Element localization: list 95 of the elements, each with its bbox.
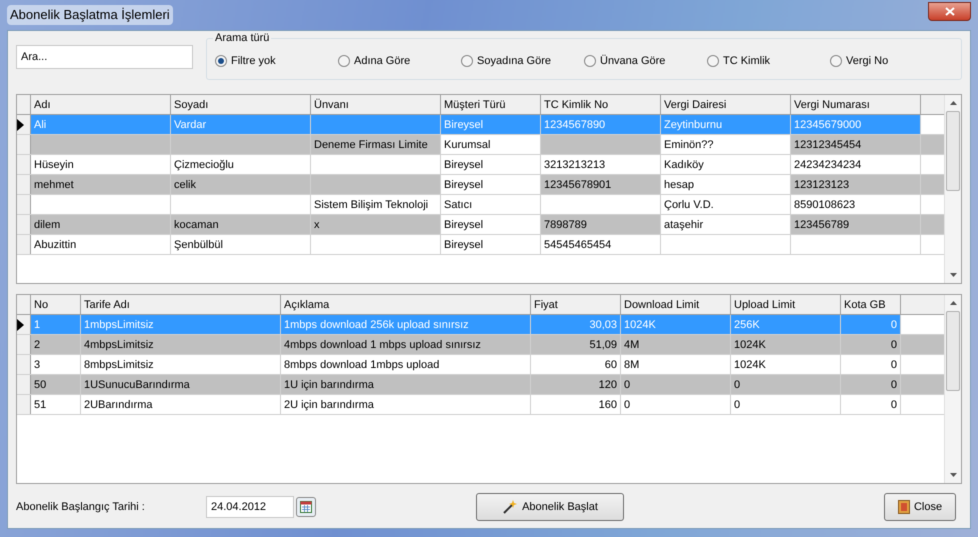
scroll-down-icon[interactable] bbox=[950, 273, 956, 277]
table-cell: 0 bbox=[731, 395, 841, 414]
radio-button[interactable] bbox=[830, 55, 842, 67]
table-cell: Kurumsal bbox=[441, 135, 541, 154]
table-cell: 50 bbox=[31, 375, 81, 394]
radio-button[interactable] bbox=[461, 55, 473, 67]
column-header[interactable]: TC Kimlik No bbox=[541, 95, 661, 114]
table-cell: 12345679000 bbox=[791, 115, 921, 134]
table-cell: hesap bbox=[661, 175, 791, 194]
scroll-down-icon[interactable] bbox=[950, 473, 956, 477]
start-subscription-button[interactable]: Abonelik Başlat bbox=[476, 493, 624, 521]
table-cell: 0 bbox=[621, 395, 731, 414]
table-cell: 3 bbox=[31, 355, 81, 374]
table-row[interactable]: 51 2UBarındırma 2U için barındırma 160 0 0 0 bbox=[17, 395, 944, 415]
radio-option[interactable]: Vergi No bbox=[830, 52, 953, 70]
table-cell: ataşehir bbox=[661, 215, 791, 234]
calendar-icon bbox=[300, 501, 312, 513]
table-cell: 54545465454 bbox=[541, 235, 661, 254]
search-field[interactable]: Ara... bbox=[16, 45, 193, 69]
table-cell: Bireysel bbox=[441, 215, 541, 234]
table-cell: 1234567890 bbox=[541, 115, 661, 134]
column-header[interactable]: Müşteri Türü bbox=[441, 95, 541, 114]
column-header[interactable]: No bbox=[31, 295, 81, 314]
table-cell: Ali bbox=[31, 115, 171, 134]
window-title: Abonelik Başlatma İşlemleri bbox=[7, 5, 173, 25]
scroll-up-icon[interactable] bbox=[950, 301, 956, 305]
table-cell: Bireysel bbox=[441, 175, 541, 194]
table-cell: 4mbps download 1 mbps upload sınırsız bbox=[281, 335, 531, 354]
row-pointer-icon bbox=[17, 318, 24, 330]
scrollbar-thumb[interactable] bbox=[946, 111, 960, 191]
table-cell: Vardar bbox=[171, 115, 311, 134]
table-cell: 3213213213 bbox=[541, 155, 661, 174]
column-header[interactable]: Upload Limit bbox=[731, 295, 841, 314]
table-cell: 256K bbox=[731, 315, 841, 334]
table-row[interactable]: Deneme Firması Limite Kurumsal Eminön?? 12312345454 bbox=[17, 135, 944, 155]
table-row[interactable]: dilem kocaman x Bireysel 7898789 ataşehir 123456789 bbox=[17, 215, 944, 235]
table-cell: dilem bbox=[31, 215, 171, 234]
table-cell: x bbox=[311, 215, 441, 234]
start-date-label: Abonelik Başlangıç Tarihi : bbox=[16, 500, 146, 515]
column-header[interactable]: Ünvanı bbox=[311, 95, 441, 114]
table-cell: Abuzittin bbox=[31, 235, 171, 254]
radio-option[interactable]: TC Kimlik bbox=[707, 52, 830, 70]
column-header[interactable]: Tarife Adı bbox=[81, 295, 281, 314]
column-header[interactable]: Vergi Numarası bbox=[791, 95, 921, 114]
vertical-scrollbar[interactable] bbox=[944, 295, 961, 483]
table-row[interactable]: Hüseyin Çizmecioğlu Bireysel 3213213213 Kadıköy 24234234234 bbox=[17, 155, 944, 175]
table-cell: celik bbox=[171, 175, 311, 194]
table-cell: 1024K bbox=[621, 315, 731, 334]
table-cell: 1 bbox=[31, 315, 81, 334]
table-cell: Zeytinburnu bbox=[661, 115, 791, 134]
row-header[interactable] bbox=[17, 115, 31, 134]
table-cell: 30,03 bbox=[531, 315, 621, 334]
radio-button[interactable] bbox=[584, 55, 596, 67]
scrollbar-thumb[interactable] bbox=[946, 311, 960, 391]
table-cell: 0 bbox=[621, 375, 731, 394]
table-cell: Eminön?? bbox=[661, 135, 791, 154]
scroll-up-icon[interactable] bbox=[950, 101, 956, 105]
close-icon bbox=[944, 6, 954, 16]
radio-option[interactable]: Filtre yok bbox=[215, 52, 338, 70]
close-button[interactable]: Close bbox=[884, 493, 956, 521]
row-header[interactable] bbox=[17, 315, 31, 334]
table-cell: 0 bbox=[841, 315, 901, 334]
column-header[interactable]: Fiyat bbox=[531, 295, 621, 314]
column-header[interactable]: Vergi Dairesi bbox=[661, 95, 791, 114]
column-header[interactable]: Download Limit bbox=[621, 295, 731, 314]
table-cell: 4M bbox=[621, 335, 731, 354]
table-cell: 1mbpsLimitsiz bbox=[81, 315, 281, 334]
radio-option[interactable]: Adına Göre bbox=[338, 52, 461, 70]
table-cell: 1mbps download 256k upload sınırsız bbox=[281, 315, 531, 334]
table-row[interactable]: Abuzittin Şenbülbül Bireysel 54545465454 bbox=[17, 235, 944, 255]
date-field[interactable]: 24.04.2012 bbox=[206, 496, 294, 518]
door-icon bbox=[898, 500, 910, 514]
column-header[interactable]: Soyadı bbox=[171, 95, 311, 114]
table-row[interactable]: 2 4mbpsLimitsiz 4mbps download 1 mbps upload sınırsız 51,09 4M 1024K 0 bbox=[17, 335, 944, 355]
table-cell: 4mbpsLimitsiz bbox=[81, 335, 281, 354]
radio-button[interactable] bbox=[707, 55, 719, 67]
radio-button[interactable] bbox=[215, 55, 227, 67]
table-row[interactable]: mehmet celik Bireysel 12345678901 hesap 123123123 bbox=[17, 175, 944, 195]
radio-button[interactable] bbox=[338, 55, 350, 67]
radio-option[interactable]: Ünvana Göre bbox=[584, 52, 707, 70]
magic-wand-icon bbox=[502, 499, 518, 515]
calendar-button[interactable] bbox=[296, 497, 316, 517]
table-cell: 0 bbox=[731, 375, 841, 394]
table-row[interactable]: Sistem Bilişim Teknoloji Satıcı Çorlu V.D. 8590108623 bbox=[17, 195, 944, 215]
table-row[interactable]: 3 8mbpsLimitsiz 8mbps download 1mbps upload 60 8M 1024K 0 bbox=[17, 355, 944, 375]
close-window-button[interactable] bbox=[928, 2, 971, 20]
column-header[interactable]: Adı bbox=[31, 95, 171, 114]
table-row[interactable]: 50 1USunucuBarındırma 1U için barındırma 120 0 0 0 bbox=[17, 375, 944, 395]
column-header[interactable]: Açıklama bbox=[281, 295, 531, 314]
radio-option[interactable]: Soyadına Göre bbox=[461, 52, 584, 70]
vertical-scrollbar[interactable] bbox=[944, 95, 961, 283]
table-cell: 51 bbox=[31, 395, 81, 414]
table-cell: Bireysel bbox=[441, 115, 541, 134]
column-header[interactable]: Kota GB bbox=[841, 295, 901, 314]
row-pointer-icon bbox=[17, 118, 24, 130]
